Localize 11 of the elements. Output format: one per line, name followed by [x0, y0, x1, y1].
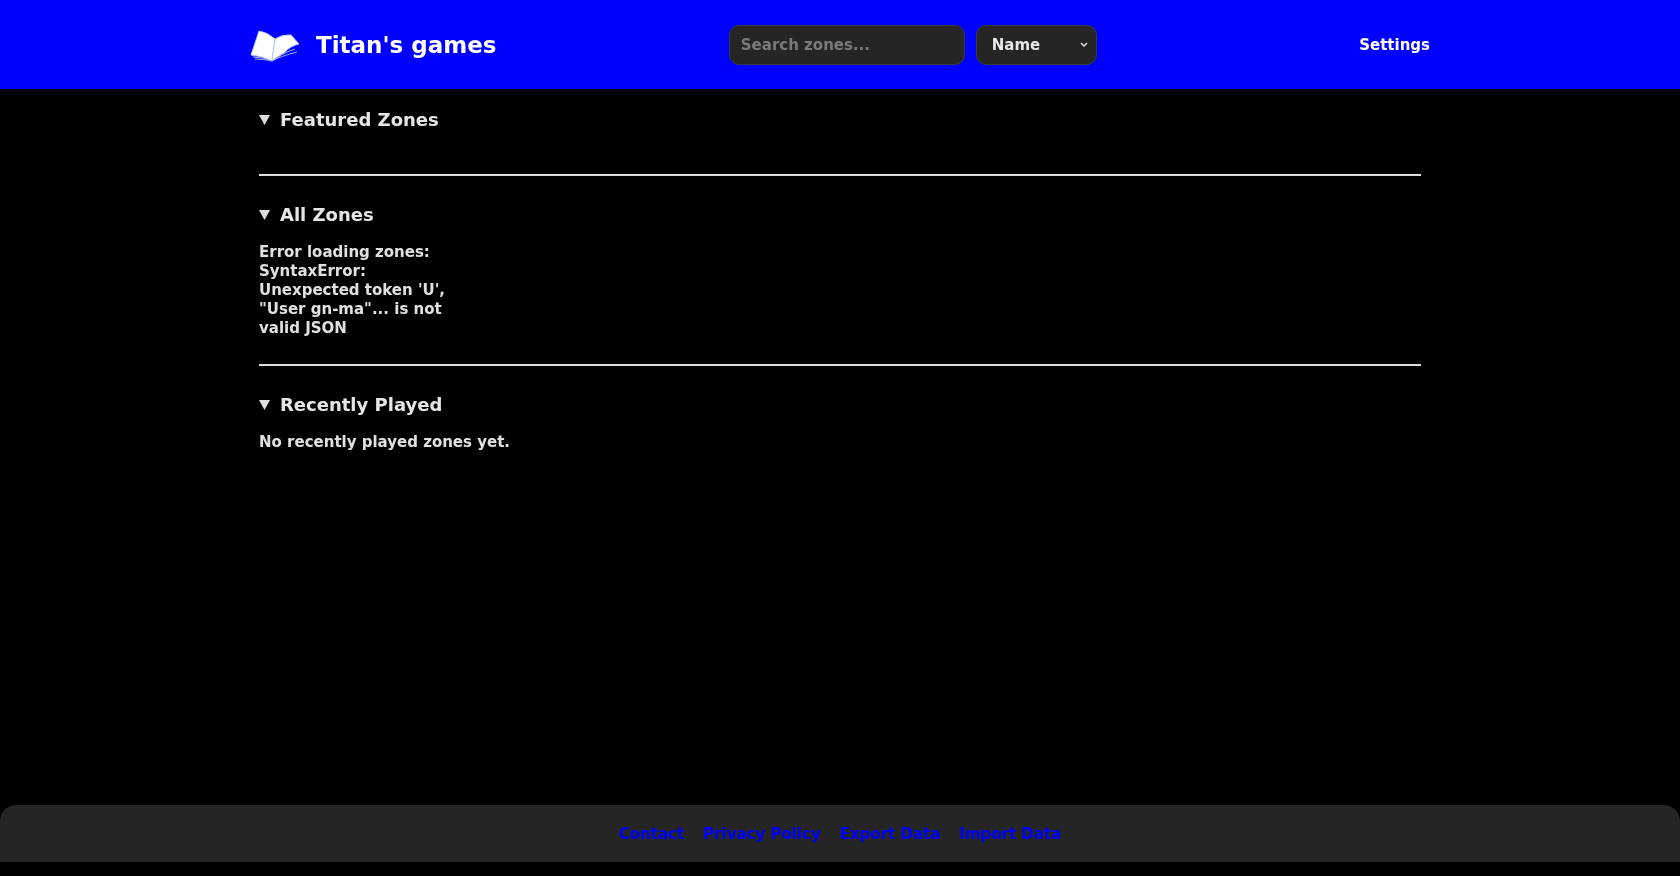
settings-link[interactable]: Settings	[1359, 35, 1430, 54]
status-message: Error loading zones: SyntaxError: Unexpected token 'U', "User gn-ma"... is not valid JSON	[259, 243, 446, 338]
status-message: No recently played zones yet.	[259, 433, 511, 452]
chevron-down-icon	[1079, 42, 1088, 47]
site-title: Titan's games	[316, 31, 497, 58]
sort-select[interactable]: Name	[975, 24, 1097, 65]
search-field[interactable]: Search zones...	[728, 24, 965, 65]
open-book-icon	[250, 27, 300, 62]
section-toggle[interactable]: Featured Zones	[259, 106, 439, 134]
section-toggle[interactable]: All Zones	[259, 201, 374, 229]
section-toggle[interactable]: Recently Played	[259, 391, 443, 419]
